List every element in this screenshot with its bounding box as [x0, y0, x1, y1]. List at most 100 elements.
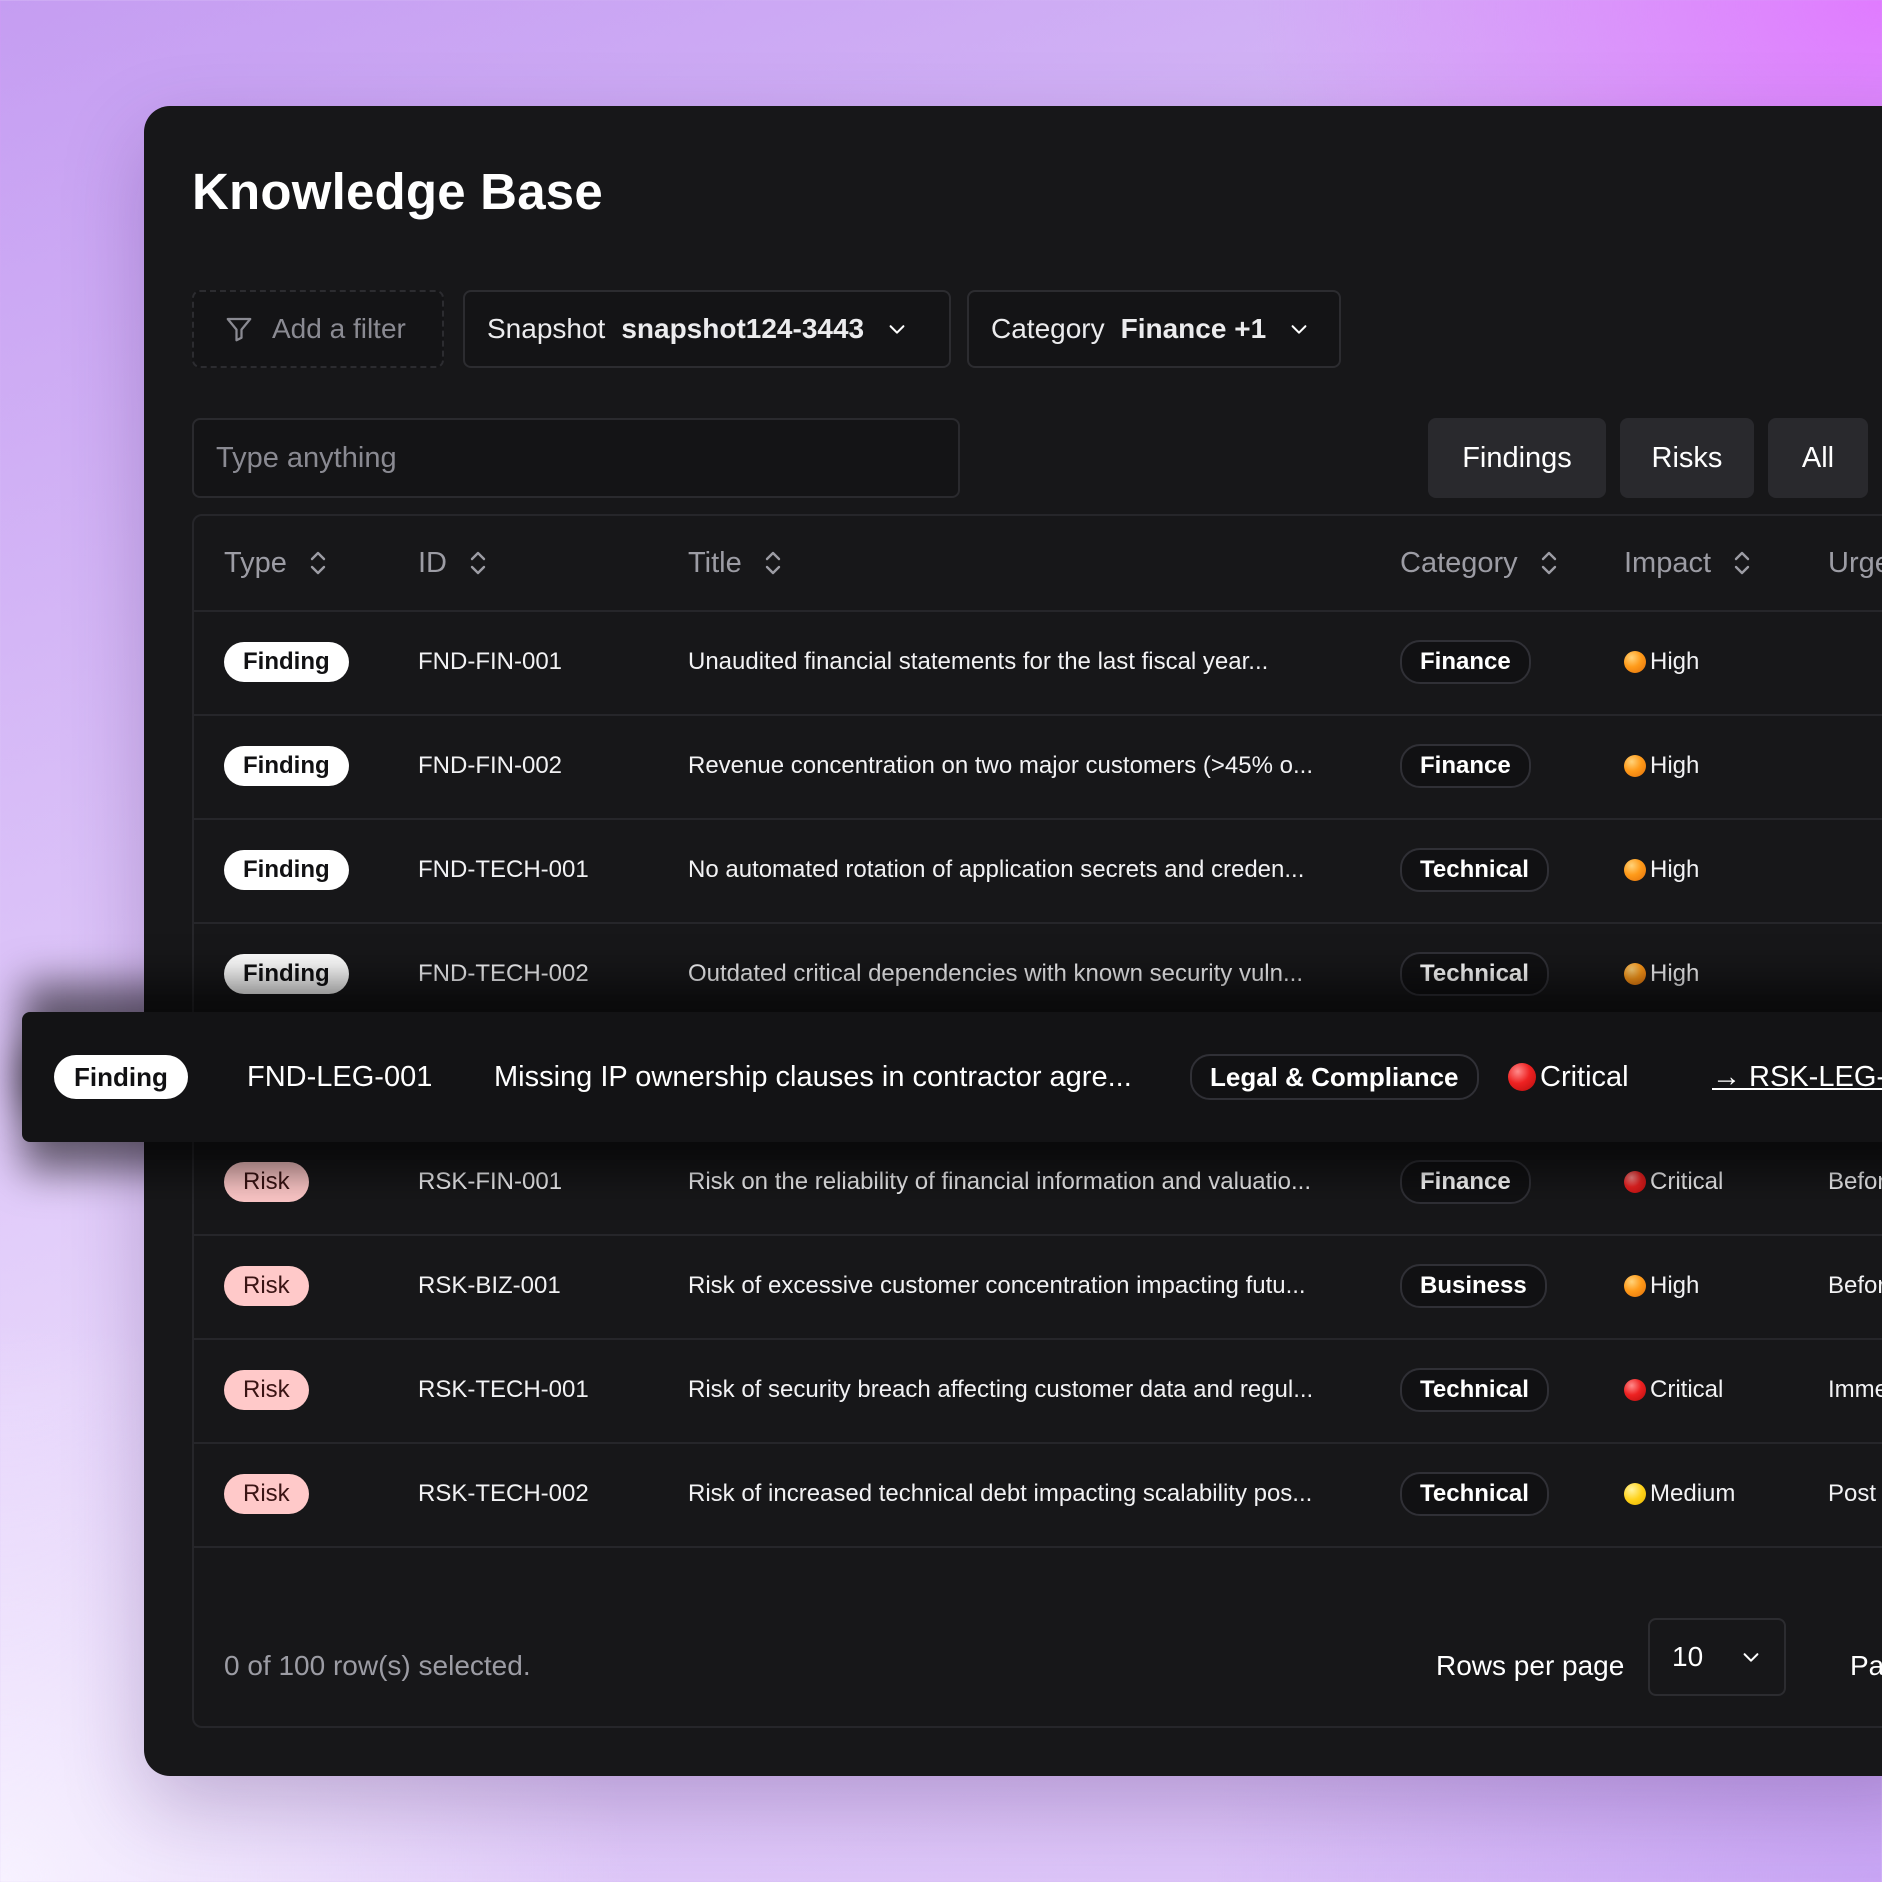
- impact-label: Critical: [1650, 1376, 1724, 1403]
- row-urgency: Befor: [1828, 1168, 1882, 1195]
- row-impact-cell: High: [1624, 818, 1699, 922]
- category-badge: Finance: [1400, 1160, 1531, 1204]
- row-category-cell: Technical: [1400, 1442, 1549, 1546]
- category-badge: Technical: [1400, 1368, 1549, 1412]
- high-dot-icon: [1624, 651, 1646, 673]
- type-badge: Risk: [224, 1474, 309, 1514]
- highlighted-table-row[interactable]: Finding FND-LEG-001 Missing IP ownership…: [22, 1012, 1882, 1142]
- high-dot-icon: [1624, 963, 1646, 985]
- selection-count: 0 of 100 row(s) selected.: [224, 1650, 531, 1681]
- row-type-cell: Finding: [224, 714, 349, 818]
- row-impact-cell: High: [1624, 714, 1699, 818]
- row-id: FND-FIN-001: [418, 648, 563, 675]
- category-filter[interactable]: Category Finance +1: [967, 290, 1341, 368]
- rows-per-page-select[interactable]: 10: [1648, 1618, 1786, 1696]
- row-urgency: Post: [1828, 1480, 1877, 1507]
- critical-dot-icon: [1624, 1379, 1646, 1401]
- sort-icon: [470, 551, 486, 575]
- impact-label: High: [1650, 648, 1700, 675]
- row-impact-cell: Critical: [1624, 1338, 1723, 1442]
- impact-label: High: [1650, 856, 1700, 883]
- tab-findings[interactable]: Findings: [1428, 418, 1606, 498]
- row-impact-cell: High: [1624, 922, 1699, 1026]
- row-type-cell: Finding: [224, 922, 349, 1026]
- chevron-down-icon: [1743, 1653, 1759, 1662]
- category-filter-value: Finance +1: [1120, 313, 1267, 344]
- table-row[interactable]: Finding FND-FIN-002 Revenue concentration …: [194, 714, 1882, 820]
- category-badge: Technical: [1400, 1472, 1549, 1516]
- column-header-category[interactable]: Category: [1400, 516, 1560, 610]
- table-row[interactable]: Risk RSK-FIN-001 Risk on the reliability o…: [194, 1130, 1882, 1236]
- column-header-urgency[interactable]: Urge: [1828, 516, 1882, 610]
- row-category-cell: Technical: [1400, 922, 1549, 1026]
- row-id: FND-LEG-001: [247, 1060, 433, 1093]
- type-badge: Risk: [224, 1370, 309, 1410]
- knowledge-base-panel: Knowledge Base Add a filter Snapshot sna…: [144, 106, 1882, 1776]
- critical-dot-icon: [1624, 1171, 1646, 1193]
- chevron-down-icon: [1291, 325, 1307, 334]
- row-impact-cell: High: [1624, 610, 1699, 714]
- row-impact-cell: Critical: [1624, 1130, 1723, 1234]
- row-title: Unaudited financial statements for the l…: [688, 648, 1269, 675]
- type-badge: Finding: [54, 1055, 188, 1099]
- table-row[interactable]: Finding FND-TECH-001 No automated rotation…: [194, 818, 1882, 924]
- row-id: RSK-TECH-002: [418, 1480, 589, 1507]
- sort-icon: [310, 551, 326, 575]
- row-category-cell: Technical: [1400, 1338, 1549, 1442]
- impact-label: Critical: [1650, 1168, 1724, 1195]
- column-header-id[interactable]: ID: [418, 516, 489, 610]
- type-badge: Risk: [224, 1162, 309, 1202]
- table-row[interactable]: Finding FND-FIN-001 Unaudited financial st…: [194, 610, 1882, 716]
- impact-label: High: [1650, 1272, 1700, 1299]
- page-title: Knowledge Base: [192, 163, 603, 220]
- table-header: Type ID Title Category Impact Urge: [194, 516, 1882, 612]
- rows-per-page-value: 10: [1672, 1641, 1704, 1672]
- column-header-label: Category: [1400, 546, 1518, 579]
- search-input[interactable]: [192, 418, 960, 498]
- tab-risks[interactable]: Risks: [1620, 418, 1754, 498]
- row-type-cell: Risk: [224, 1442, 309, 1546]
- table-row[interactable]: Risk RSK-BIZ-001 Risk of excessive custome…: [194, 1234, 1882, 1340]
- funnel-icon: [226, 317, 252, 342]
- critical-dot-icon: [1508, 1063, 1536, 1091]
- column-header-label: Urge: [1828, 546, 1882, 579]
- column-header-label: ID: [418, 546, 447, 579]
- category-badge: Business: [1400, 1264, 1547, 1308]
- row-category-cell: Business: [1400, 1234, 1547, 1338]
- row-category-cell: Finance: [1400, 1130, 1531, 1234]
- impact-label: Medium: [1650, 1480, 1736, 1507]
- column-header-label: Title: [688, 546, 742, 579]
- category-badge: Legal & Compliance: [1190, 1054, 1479, 1100]
- category-badge: Finance: [1400, 640, 1531, 684]
- type-badge: Finding: [224, 746, 349, 786]
- row-impact-cell: Critical: [1508, 1012, 1629, 1142]
- row-type-cell: Finding: [224, 610, 349, 714]
- add-filter-button[interactable]: Add a filter: [192, 290, 444, 368]
- snapshot-filter-label: Snapshot: [487, 313, 606, 344]
- impact-label: Critical: [1540, 1060, 1629, 1093]
- column-header-impact[interactable]: Impact: [1624, 516, 1753, 610]
- snapshot-filter[interactable]: Snapshot snapshot124-3443: [463, 290, 951, 368]
- column-header-title[interactable]: Title: [688, 516, 784, 610]
- table-row[interactable]: Risk RSK-TECH-002 Risk of increased techni…: [194, 1442, 1882, 1548]
- sort-icon: [1541, 551, 1556, 575]
- snapshot-filter-value: snapshot124-3443: [621, 313, 865, 344]
- sort-icon: [1734, 551, 1750, 575]
- table-row[interactable]: Risk RSK-TECH-001 Risk of security breach …: [194, 1338, 1882, 1444]
- type-badge: Finding: [224, 954, 349, 994]
- column-header-type[interactable]: Type: [224, 516, 329, 610]
- sort-icon: [765, 551, 780, 575]
- type-badge: Finding: [224, 642, 349, 682]
- row-title: Risk of increased technical debt impacti…: [688, 1480, 1313, 1507]
- linked-risk-link[interactable]: → RSK-LEG-0: [1712, 1012, 1882, 1142]
- row-type-cell: Finding: [224, 818, 349, 922]
- medium-dot-icon: [1624, 1483, 1646, 1505]
- row-type-cell: Risk: [224, 1234, 309, 1338]
- tab-all[interactable]: All: [1768, 418, 1868, 498]
- row-title: Risk on the reliability of financial inf…: [688, 1168, 1311, 1195]
- add-filter-label: Add a filter: [272, 313, 406, 344]
- row-id: RSK-TECH-001: [418, 1376, 589, 1403]
- impact-label: High: [1650, 752, 1700, 779]
- category-filter-label: Category: [991, 313, 1105, 344]
- type-badge: Risk: [224, 1266, 309, 1306]
